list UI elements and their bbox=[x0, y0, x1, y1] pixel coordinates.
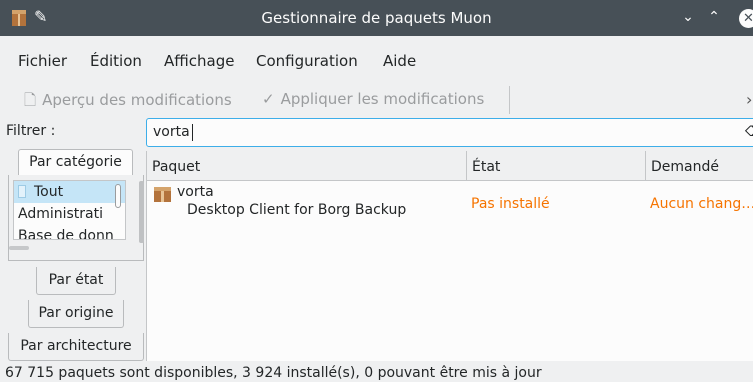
clear-text-icon[interactable]: ⌫ bbox=[745, 124, 753, 140]
apply-changes-button[interactable]: ✓ Appliquer les modifications bbox=[262, 90, 484, 108]
filter-label: Filtrer : bbox=[6, 123, 56, 139]
package-description: Desktop Client for Borg Backup bbox=[187, 202, 407, 218]
toolbar: 🗋 Aperçu des modifications ✓ Appliquer les… bbox=[0, 86, 753, 116]
minimize-button[interactable]: ⌄ bbox=[679, 9, 697, 25]
preview-changes-label: Aperçu des modifications bbox=[42, 91, 232, 109]
category-item-database[interactable]: Base de donn bbox=[14, 225, 125, 239]
toolbar-overflow-button[interactable]: › bbox=[746, 90, 752, 109]
menu-configuration[interactable]: Configuration bbox=[256, 52, 358, 70]
column-header-package[interactable]: Paquet bbox=[147, 151, 200, 181]
apply-changes-label: Appliquer les modifications bbox=[280, 90, 485, 108]
maximize-button[interactable]: ⌃ bbox=[705, 9, 723, 25]
status-text: 67 715 paquets sont disponibles, 3 924 i… bbox=[5, 365, 542, 381]
panel-vertical-scrollbar[interactable] bbox=[139, 181, 144, 243]
category-item-admin[interactable]: Administrati bbox=[14, 203, 125, 225]
category-list-scrollbar[interactable] bbox=[115, 184, 121, 208]
package-box-icon bbox=[154, 187, 171, 202]
category-item-label: Tout bbox=[34, 184, 64, 200]
category-horizontal-scrollbar[interactable] bbox=[9, 246, 29, 250]
document-preview-icon: 🗋 bbox=[24, 91, 37, 109]
package-name: vorta bbox=[177, 184, 214, 200]
package-state: Pas installé bbox=[471, 196, 550, 212]
title-bar: ✎ Gestionnaire de paquets Muon ⌄ ⌃ ✕ bbox=[0, 0, 753, 36]
search-input[interactable]: vorta ⌫ bbox=[146, 118, 753, 147]
package-table: Paquet État Demandé vorta Desktop Client… bbox=[146, 151, 753, 361]
menu-aide[interactable]: Aide bbox=[383, 52, 416, 70]
table-row[interactable]: vorta Desktop Client for Borg Backup Pas… bbox=[147, 182, 753, 222]
text-caret bbox=[192, 124, 193, 141]
column-header-state[interactable]: État bbox=[467, 151, 500, 181]
toolbar-separator bbox=[509, 86, 510, 114]
category-list: Tout Administrati Base de donn bbox=[13, 180, 126, 240]
checkmark-icon: ✓ bbox=[262, 90, 275, 108]
tab-by-state[interactable]: Par état bbox=[36, 267, 116, 295]
table-header: Paquet État Demandé bbox=[147, 151, 753, 181]
category-marker-icon bbox=[18, 185, 26, 198]
close-button[interactable]: ✕ bbox=[739, 9, 753, 28]
preview-changes-button[interactable]: 🗋 Aperçu des modifications bbox=[24, 90, 232, 115]
menu-fichier[interactable]: Fichier bbox=[18, 52, 67, 70]
category-panel: Tout Administrati Base de donn bbox=[8, 175, 144, 261]
menu-edition[interactable]: Édition bbox=[90, 52, 142, 70]
window-title: Gestionnaire de paquets Muon bbox=[261, 9, 492, 27]
tab-by-origin[interactable]: Par origine bbox=[28, 300, 124, 328]
tab-by-architecture[interactable]: Par architecture bbox=[8, 333, 144, 361]
menu-affichage[interactable]: Affichage bbox=[164, 52, 234, 70]
category-item-all[interactable]: Tout bbox=[14, 181, 125, 203]
column-header-requested[interactable]: Demandé bbox=[646, 151, 719, 181]
tab-by-category[interactable]: Par catégorie bbox=[18, 149, 133, 176]
search-value: vorta bbox=[153, 124, 190, 140]
package-requested: Aucun chang… bbox=[650, 196, 753, 212]
